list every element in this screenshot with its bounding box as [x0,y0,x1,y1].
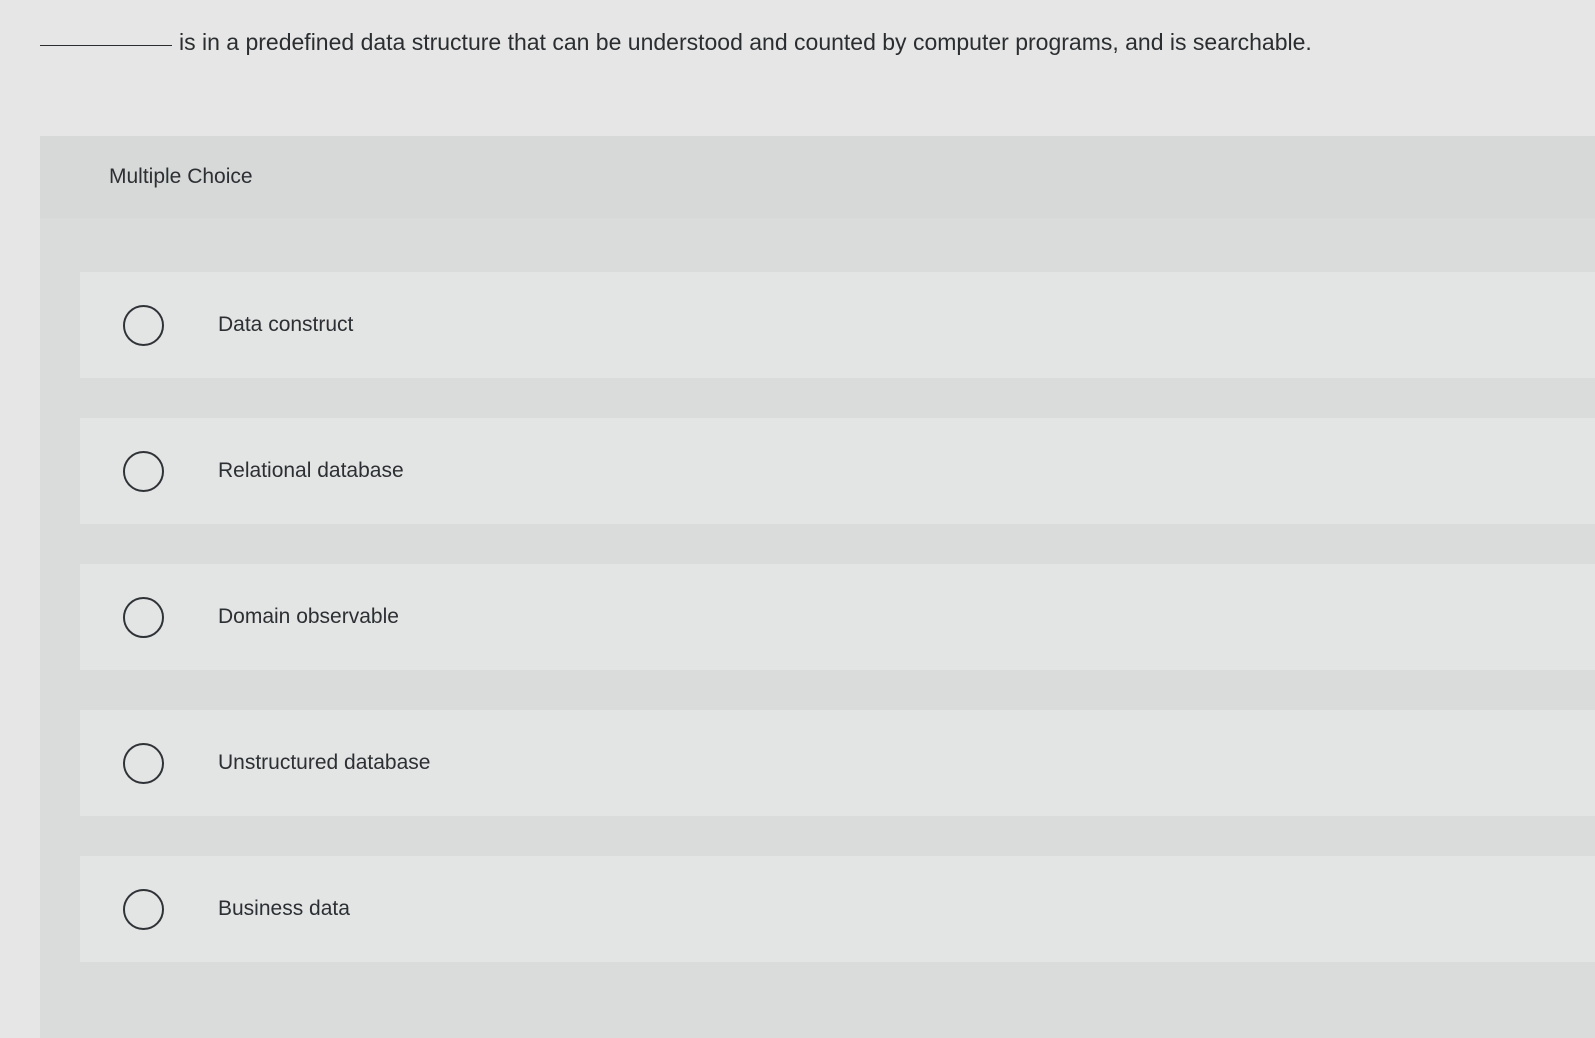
answer-option-data-construct[interactable]: Data construct [80,272,1595,378]
answer-option-relational-database[interactable]: Relational database [80,418,1595,524]
answer-option-label: Data construct [218,313,354,336]
radio-button-icon[interactable] [123,596,164,638]
radio-button-icon[interactable] [123,742,164,784]
answer-option-label: Business data [218,897,350,920]
radio-button-icon[interactable] [123,450,164,492]
question-text: is in a predefined data structure that c… [179,29,1312,55]
answer-option-label: Unstructured database [218,751,431,774]
answer-option-domain-observable[interactable]: Domain observable [80,564,1595,670]
radio-button-icon[interactable] [123,888,164,930]
answer-option-unstructured-database[interactable]: Unstructured database [80,710,1595,816]
fill-in-blank-line [40,45,172,46]
multiple-choice-header: Multiple Choice [40,136,1595,218]
multiple-choice-panel: Multiple Choice Data construct Relationa… [40,136,1595,1038]
radio-button-icon[interactable] [123,304,164,346]
answer-options-list: Data construct Relational database Domai… [80,272,1595,1002]
question-prompt: is in a predefined data structure that c… [40,24,1560,60]
answer-option-business-data[interactable]: Business data [80,856,1595,962]
multiple-choice-label: Multiple Choice [109,165,253,188]
answer-option-label: Domain observable [218,605,399,628]
answer-option-label: Relational database [218,459,404,482]
